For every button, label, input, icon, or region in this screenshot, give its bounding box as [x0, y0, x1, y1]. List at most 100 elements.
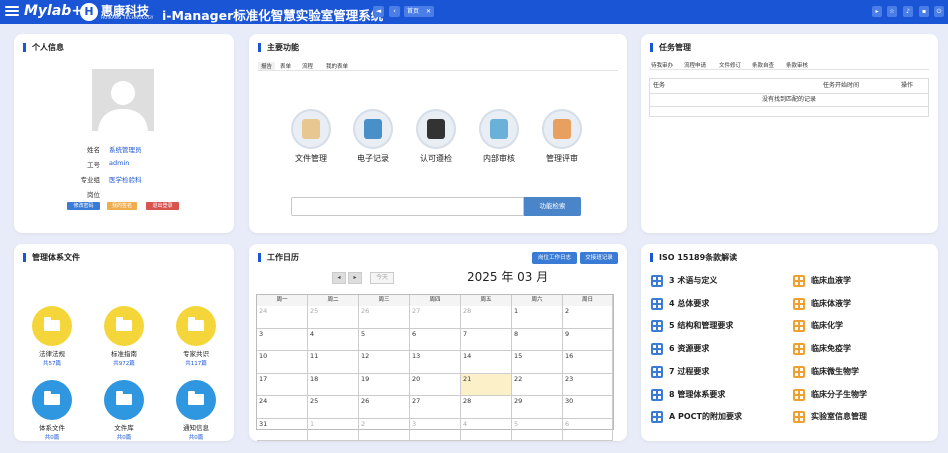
doc-count: 共0篇: [116, 435, 132, 441]
calendar-prev-button[interactable]: ◂: [332, 272, 346, 284]
doc-standards[interactable]: 标准指南 共972篇: [94, 306, 154, 367]
bell-icon[interactable]: ♪: [903, 6, 913, 17]
app-grid-icon: [651, 297, 663, 310]
doc-expert-consensus[interactable]: 专家共识 共117篇: [166, 306, 226, 367]
tab-scroll-left-button[interactable]: ◄: [373, 6, 384, 17]
menu-icon[interactable]: [5, 4, 19, 18]
profile-label: 工号: [87, 161, 100, 169]
calendar-day-cell[interactable]: 22: [512, 373, 563, 396]
doc-count: 共0篇: [44, 435, 60, 441]
tab-process-application[interactable]: 流程申请: [684, 61, 706, 69]
document-management-icon: [291, 109, 331, 149]
calendar-day-cell[interactable]: 15: [512, 351, 563, 374]
calendar-weekday-header: 周日: [563, 295, 613, 306]
calendar-day-cell[interactable]: 3: [257, 328, 308, 351]
calendar-day-cell[interactable]: 30: [563, 396, 613, 419]
change-password-button[interactable]: 修改密码: [67, 202, 100, 210]
calendar-day-cell[interactable]: 13: [410, 351, 461, 374]
calendar-day-cell[interactable]: 3: [410, 418, 461, 441]
calendar-day-cell[interactable]: 18: [308, 373, 359, 396]
doc-notices[interactable]: 通知信息 共0篇: [166, 380, 226, 441]
app-grid-icon: [793, 297, 805, 310]
calendar-day-cell[interactable]: 9: [563, 328, 613, 351]
calendar-day-cell[interactable]: 1: [308, 418, 359, 441]
iso-clause-label: 3 术语与定义: [669, 276, 718, 285]
calendar-day-cell[interactable]: 14: [461, 351, 512, 374]
calendar-day-cell[interactable]: 16: [563, 351, 613, 374]
function-accreditation[interactable]: 认可遵检: [408, 109, 464, 164]
work-log-button[interactable]: 岗位工作日志: [532, 252, 577, 264]
calendar-day-cell[interactable]: 6: [563, 418, 613, 441]
doc-library[interactable]: 文件库 共0篇: [94, 380, 154, 441]
calendar-day-cell[interactable]: 17: [257, 373, 308, 396]
calendar-day-cell[interactable]: 10: [257, 351, 308, 374]
calendar-day-cell[interactable]: 24: [257, 396, 308, 419]
folder-icon: [32, 306, 72, 346]
calendar-day-cell[interactable]: 5: [512, 418, 563, 441]
tab-back-button[interactable]: ‹: [389, 6, 400, 17]
calendar-day-cell[interactable]: 27: [410, 306, 461, 329]
calendar-day-cell[interactable]: 25: [308, 306, 359, 329]
tab-process[interactable]: 流程: [302, 62, 313, 70]
tasks-card-title: 任务管理: [650, 43, 691, 52]
calendar-day-cell[interactable]: 25: [308, 396, 359, 419]
calendar-day-cell[interactable]: 7: [461, 328, 512, 351]
calendar-today-button[interactable]: 今天: [370, 272, 394, 284]
profile-row-id: 工号 admin: [14, 159, 234, 169]
calendar-day-cell[interactable]: 6: [410, 328, 461, 351]
calendar-day-cell[interactable]: 4: [308, 328, 359, 351]
calendar-day-cell[interactable]: 4: [461, 418, 512, 441]
function-label: 内部审核: [483, 154, 515, 163]
tab-my-form[interactable]: 我的表单: [326, 62, 348, 70]
handover-record-button[interactable]: 交接班记录: [580, 252, 618, 264]
tab-form[interactable]: 表单: [280, 62, 291, 70]
star-icon[interactable]: ☆: [887, 6, 897, 17]
task-management-card: 任务管理 待我审办 流程申请 文件修订 条款自查 条款审核 任务 任务开始时间 …: [641, 34, 938, 233]
function-management-review[interactable]: 管理评审: [534, 109, 590, 164]
calendar-day-cell[interactable]: 5: [359, 328, 410, 351]
function-document-management[interactable]: 文件管理: [283, 109, 339, 164]
calendar-day-cell[interactable]: 24: [257, 306, 308, 329]
calendar-day-cell[interactable]: 2: [563, 306, 613, 329]
function-search-button[interactable]: 功能检索: [524, 197, 581, 216]
doc-name: 法律法规: [39, 350, 65, 358]
calendar-day-cell[interactable]: 1: [512, 306, 563, 329]
app-grid-icon: [793, 320, 805, 333]
calendar-day-cell[interactable]: 29: [512, 396, 563, 419]
tab-scroll-right-button[interactable]: ▸: [872, 6, 882, 17]
profile-row-post: 岗位: [14, 189, 234, 199]
doc-system-files[interactable]: 体系文件 共0篇: [22, 380, 82, 441]
doc-laws[interactable]: 法律法规 共57篇: [22, 306, 82, 367]
close-icon[interactable]: ✕: [426, 6, 431, 17]
calendar-day-cell[interactable]: 26: [359, 306, 410, 329]
calendar-day-cell[interactable]: 26: [359, 396, 410, 419]
calendar-day-cell[interactable]: 19: [359, 373, 410, 396]
calendar-day-cell[interactable]: 23: [563, 373, 613, 396]
calendar-day-cell[interactable]: 20: [410, 373, 461, 396]
logout-button[interactable]: 退出登录: [146, 202, 179, 210]
iso-clause-label: 临床分子生物学: [811, 389, 867, 399]
calendar-day-cell[interactable]: 28: [461, 306, 512, 329]
calendar-day-cell[interactable]: 11: [308, 351, 359, 374]
profile-value: 医学检验科: [109, 176, 142, 184]
calendar-day-cell[interactable]: 8: [512, 328, 563, 351]
function-search-input[interactable]: [291, 197, 524, 216]
tab-document-revision[interactable]: 文件修订: [719, 61, 741, 69]
function-internal-audit[interactable]: 内部审核: [471, 109, 527, 164]
my-signature-button[interactable]: 我的签名: [107, 202, 137, 210]
lock-icon[interactable]: ▪: [919, 6, 929, 17]
calendar-day-cell[interactable]: 31: [257, 418, 308, 441]
calendar-day-cell[interactable]: 27: [410, 396, 461, 419]
tab-clause-audit[interactable]: 条款审核: [786, 61, 808, 69]
calendar-day-cell[interactable]: 12: [359, 351, 410, 374]
function-electronic-record[interactable]: 电子记录: [345, 109, 401, 164]
tab-clause-self-check[interactable]: 条款自查: [752, 61, 774, 69]
calendar-next-button[interactable]: ▸: [348, 272, 362, 284]
calendar-day-cell[interactable]: 21: [461, 373, 512, 396]
tab-pending-tasks[interactable]: 待我审办: [651, 61, 673, 69]
power-icon[interactable]: ⏻: [934, 6, 944, 17]
calendar-day-cell[interactable]: 28: [461, 396, 512, 419]
tab-home[interactable]: 首页 ✕: [404, 6, 434, 17]
calendar-day-cell[interactable]: 2: [359, 418, 410, 441]
tab-report[interactable]: 报告: [258, 62, 276, 70]
